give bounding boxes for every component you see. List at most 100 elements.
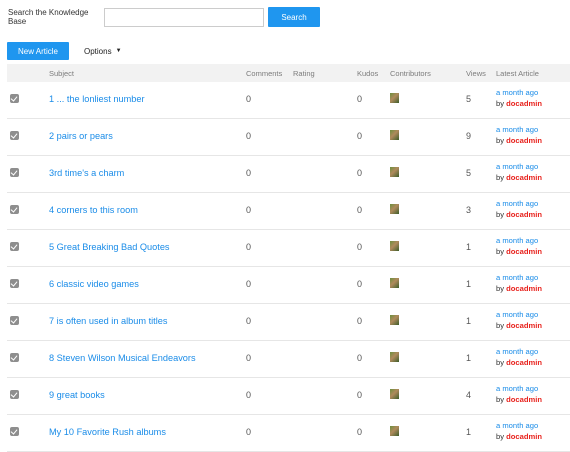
article-subject-link[interactable]: 3rd time's a charm — [49, 168, 124, 178]
comments-count: 0 — [246, 279, 252, 289]
article-checkbox-icon[interactable] — [10, 242, 19, 251]
views-count: 3 — [466, 205, 472, 215]
by-label: by — [496, 357, 505, 367]
kudos-count: 0 — [357, 168, 363, 178]
views-count: 1 — [466, 242, 472, 252]
contributor-avatar[interactable] — [390, 204, 399, 214]
article-checkbox-icon[interactable] — [10, 279, 19, 288]
contributor-avatar[interactable] — [390, 278, 399, 288]
contributor-avatar[interactable] — [390, 389, 399, 399]
latest-article-time-link[interactable]: a month ago — [496, 199, 542, 210]
article-checkbox-icon[interactable] — [10, 205, 19, 214]
comments-count: 0 — [246, 205, 252, 215]
header-kudos[interactable]: Kudos — [357, 69, 378, 78]
comments-count: 0 — [246, 131, 252, 141]
contributor-avatar[interactable] — [390, 241, 399, 251]
latest-article-info: a month ago by docadmin — [496, 347, 542, 368]
latest-article-time-link[interactable]: a month ago — [496, 310, 542, 321]
latest-article-time-link[interactable]: a month ago — [496, 162, 542, 173]
views-count: 1 — [466, 427, 472, 437]
article-subject-link[interactable]: 7 is often used in album titles — [49, 316, 167, 326]
latest-article-time-link[interactable]: a month ago — [496, 236, 542, 247]
article-subject-link[interactable]: 1 ... the lonliest number — [49, 94, 145, 104]
article-subject-link[interactable]: 6 classic video games — [49, 279, 139, 289]
author-link[interactable]: docadmin — [506, 173, 542, 182]
latest-article-info: a month ago by docadmin — [496, 310, 542, 331]
article-subject-link[interactable]: 8 Steven Wilson Musical Endeavors — [49, 353, 196, 363]
kudos-count: 0 — [357, 316, 363, 326]
contributor-avatar[interactable] — [390, 167, 399, 177]
author-link[interactable]: docadmin — [506, 247, 542, 256]
contributor-avatar[interactable] — [390, 93, 399, 103]
header-views[interactable]: Views — [466, 69, 486, 78]
article-checkbox-icon[interactable] — [10, 168, 19, 177]
author-link[interactable]: docadmin — [506, 321, 542, 330]
latest-article-time-link[interactable]: a month ago — [496, 273, 542, 284]
header-contributors[interactable]: Contributors — [390, 69, 431, 78]
author-link[interactable]: docadmin — [506, 210, 542, 219]
table-row: 1 ... the lonliest number 0 0 5 a month ago b… — [7, 82, 570, 119]
article-subject-link[interactable]: 2 pairs or pears — [49, 131, 113, 141]
header-comments[interactable]: Comments — [246, 69, 282, 78]
header-subject[interactable]: Subject — [49, 69, 74, 78]
contributor-avatar[interactable] — [390, 352, 399, 362]
article-checkbox-icon[interactable] — [10, 390, 19, 399]
kudos-count: 0 — [357, 242, 363, 252]
kudos-count: 0 — [357, 353, 363, 363]
views-count: 1 — [466, 279, 472, 289]
article-checkbox-icon[interactable] — [10, 427, 19, 436]
kudos-count: 0 — [357, 279, 363, 289]
kudos-count: 0 — [357, 390, 363, 400]
author-link[interactable]: docadmin — [506, 432, 542, 441]
latest-article-info: a month ago by docadmin — [496, 384, 542, 405]
search-button[interactable]: Search — [268, 7, 320, 27]
article-subject-link[interactable]: 5 Great Breaking Bad Quotes — [49, 242, 170, 252]
table-row: 3rd time's a charm 0 0 5 a month ago by docad… — [7, 156, 570, 193]
contributor-avatar[interactable] — [390, 315, 399, 325]
toolbar: New Article Options ▼ — [7, 42, 122, 60]
latest-article-info: a month ago by docadmin — [496, 125, 542, 146]
table-row: 6 classic video games 0 0 1 a month ago by do… — [7, 267, 570, 304]
contributor-avatar[interactable] — [390, 426, 399, 436]
article-checkbox-icon[interactable] — [10, 131, 19, 140]
author-link[interactable]: docadmin — [506, 395, 542, 404]
search-input[interactable] — [104, 7, 264, 27]
article-checkbox-icon[interactable] — [10, 316, 19, 325]
header-latest-article[interactable]: Latest Article — [496, 69, 539, 78]
author-link[interactable]: docadmin — [506, 136, 542, 145]
latest-article-time-link[interactable]: a month ago — [496, 125, 542, 136]
articles-table: Subject Comments Rating Kudos Contributo… — [7, 64, 570, 452]
search-label: Search the Knowledge Base — [8, 8, 89, 26]
options-dropdown[interactable]: Options ▼ — [84, 47, 122, 56]
contributor-avatar[interactable] — [390, 130, 399, 140]
views-count: 1 — [466, 353, 472, 363]
latest-article-time-link[interactable]: a month ago — [496, 384, 542, 395]
author-link[interactable]: docadmin — [506, 358, 542, 367]
views-count: 5 — [466, 94, 472, 104]
table-row: My 10 Favorite Rush albums 0 0 1 a month ago… — [7, 415, 570, 452]
author-link[interactable]: docadmin — [506, 99, 542, 108]
comments-count: 0 — [246, 94, 252, 104]
by-label: by — [496, 98, 505, 108]
by-label: by — [496, 320, 505, 330]
author-link[interactable]: docadmin — [506, 284, 542, 293]
article-subject-link[interactable]: My 10 Favorite Rush albums — [49, 427, 166, 437]
latest-article-time-link[interactable]: a month ago — [496, 421, 542, 432]
article-subject-link[interactable]: 4 corners to this room — [49, 205, 138, 215]
latest-article-info: a month ago by docadmin — [496, 421, 542, 442]
latest-article-time-link[interactable]: a month ago — [496, 347, 542, 358]
comments-count: 0 — [246, 168, 252, 178]
table-header: Subject Comments Rating Kudos Contributo… — [7, 64, 570, 82]
article-subject-link[interactable]: 9 great books — [49, 390, 105, 400]
kudos-count: 0 — [357, 427, 363, 437]
new-article-button[interactable]: New Article — [7, 42, 69, 60]
latest-article-info: a month ago by docadmin — [496, 236, 542, 257]
caret-down-icon: ▼ — [115, 48, 122, 54]
by-label: by — [496, 431, 505, 441]
article-checkbox-icon[interactable] — [10, 353, 19, 362]
article-checkbox-icon[interactable] — [10, 94, 19, 103]
comments-count: 0 — [246, 353, 252, 363]
latest-article-info: a month ago by docadmin — [496, 273, 542, 294]
latest-article-time-link[interactable]: a month ago — [496, 88, 542, 99]
header-rating[interactable]: Rating — [293, 69, 315, 78]
